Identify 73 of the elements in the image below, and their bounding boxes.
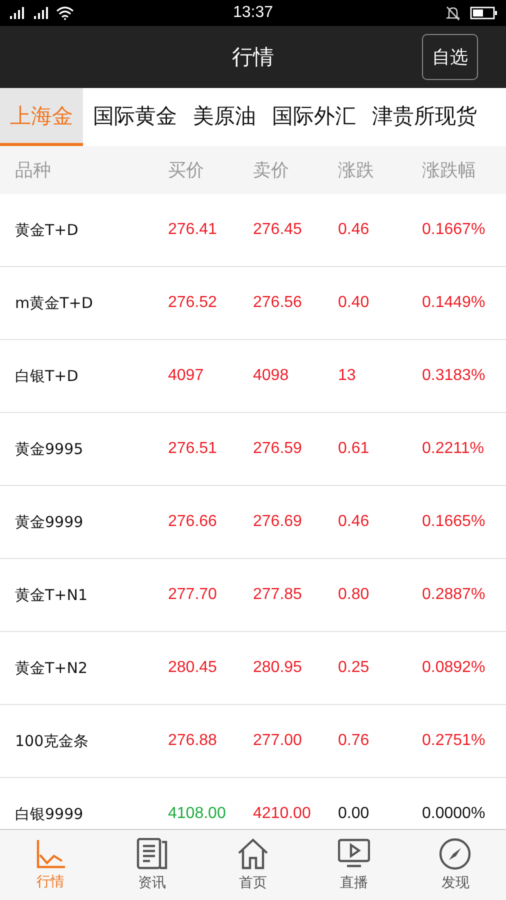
table-cell-text: 0.2211% xyxy=(422,440,485,458)
line-chart-icon xyxy=(36,839,66,869)
column-header: 涨跌 xyxy=(338,159,375,182)
quote-row[interactable]: 100克金条 276.88 277.00 0.76 0.2751% xyxy=(0,705,506,778)
table-cell-text: 黄金9995 xyxy=(15,440,84,458)
table-cell-text: 0.1667% xyxy=(422,221,486,239)
table-cell-text: m黄金T+D xyxy=(15,294,94,312)
table-cell-text: 100克金条 xyxy=(15,732,90,750)
status-time: 13:37 xyxy=(232,4,274,22)
bell-off-icon xyxy=(446,6,460,20)
quote-row[interactable]: m黄金T+D 276.52 276.56 0.40 0.1449% xyxy=(0,267,506,340)
table-cell-text: 280.95 xyxy=(253,659,303,677)
table-cell-text: 0.0000% xyxy=(422,805,486,823)
table-cell-text: 276.69 xyxy=(253,513,303,531)
newspaper-icon xyxy=(136,838,168,870)
table-cell-text: 280.45 xyxy=(168,659,218,677)
battery-icon xyxy=(470,6,498,20)
page-title: 行情 xyxy=(232,44,274,71)
table-cell-text: 黄金T+D xyxy=(15,220,80,240)
table-cell-text: 0.1449% xyxy=(422,294,486,312)
table-cell-text: 277.70 xyxy=(168,586,218,604)
nav-item[interactable]: 直播 xyxy=(304,830,405,900)
table-cell-text: 276.56 xyxy=(253,294,303,312)
quote-row[interactable]: 黄金9995 276.51 276.59 0.61 0.2211% xyxy=(0,413,506,486)
table-cell-text: 13 xyxy=(338,367,357,385)
quote-row[interactable]: 黄金T+N2 280.45 280.95 0.25 0.0892% xyxy=(0,632,506,705)
nav-item[interactable]: 发现 xyxy=(404,830,506,900)
wifi-icon xyxy=(56,6,74,20)
table-cell-text: 0.00 xyxy=(338,805,370,823)
table-cell-text: 0.0892% xyxy=(422,659,486,677)
column-header: 卖价 xyxy=(253,159,290,182)
table-cell-text: 白银9999 xyxy=(15,804,84,824)
table-cell-text: 0.40 xyxy=(338,294,370,312)
table-cell-text: 0.2887% xyxy=(422,586,486,604)
table-cell-text: 0.46 xyxy=(338,221,370,239)
table-cell-text: 黄金T+N2 xyxy=(15,658,88,678)
table-cell-text: 4210.00 xyxy=(253,805,312,823)
table-cell-text: 0.2751% xyxy=(422,732,486,750)
table-cell-text: 0.46 xyxy=(338,513,370,531)
table-cell-text: 276.66 xyxy=(168,513,218,531)
quote-row[interactable]: 黄金9999 276.66 276.69 0.46 0.1665% xyxy=(0,486,506,559)
table-cell-text: 0.80 xyxy=(338,586,370,604)
column-header: 涨跌幅 xyxy=(422,159,477,182)
video-screen-icon xyxy=(338,838,370,870)
column-header: 买价 xyxy=(168,159,205,182)
table-cell-text: 277.00 xyxy=(253,732,303,750)
table-cell-text: 0.25 xyxy=(338,659,370,677)
table-cell-text: 276.52 xyxy=(168,294,218,312)
table-cell-text: 276.59 xyxy=(253,440,303,458)
home-icon xyxy=(237,838,269,870)
watchlist-button[interactable]: 自选 xyxy=(422,34,478,80)
table-cell-text: 0.1665% xyxy=(422,513,486,531)
quote-row[interactable]: 白银T+D 4097 4098 13 0.3183% xyxy=(0,340,506,413)
table-cell-text: 276.51 xyxy=(168,440,218,458)
column-header: 品种 xyxy=(15,159,52,182)
quote-row[interactable]: 黄金T+D 276.41 276.45 0.46 0.1667% xyxy=(0,194,506,267)
table-cell-text: 276.41 xyxy=(168,221,218,239)
quote-row[interactable]: 黄金T+N1 277.70 277.85 0.80 0.2887% xyxy=(0,559,506,632)
table-cell-text: 白银T+D xyxy=(15,366,80,386)
table-cell-text: 4108.00 xyxy=(168,805,227,823)
table-cell-text: 277.85 xyxy=(253,586,303,604)
table-cell-text: 黄金T+N1 xyxy=(15,586,88,604)
table-cell-text: 276.88 xyxy=(168,732,218,750)
table-cell-text: 0.61 xyxy=(338,440,370,458)
table-cell-text: 0.76 xyxy=(338,732,370,750)
compass-icon xyxy=(439,838,472,870)
table-cell-text: 0.3183% xyxy=(422,367,486,385)
nav-item[interactable]: 资讯 xyxy=(101,830,202,900)
table-cell-text: 4097 xyxy=(168,367,205,385)
table-cell-text: 276.45 xyxy=(253,221,303,239)
nav-item[interactable]: 首页 xyxy=(202,830,304,900)
table-cell-text: 黄金9999 xyxy=(15,512,84,532)
table-cell-text: 4098 xyxy=(253,367,290,385)
